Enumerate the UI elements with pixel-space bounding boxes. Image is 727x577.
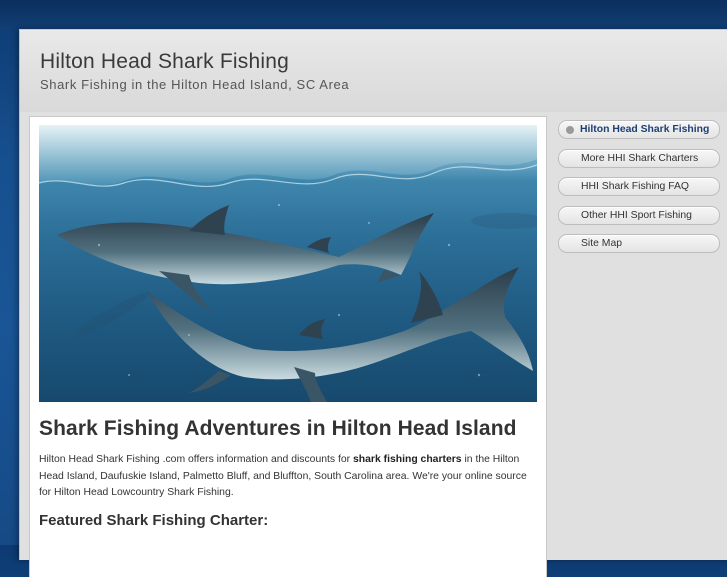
nav-item-other-hhi-sport-fishing[interactable]: Other HHI Sport Fishing [558,205,720,225]
intro-bold-keyword: shark fishing charters [353,454,462,465]
intro-text-start: Hilton Head Shark Fishing .com offers in… [39,454,353,465]
nav-item-label: More HHI Shark Charters [581,152,699,164]
nav-item-label: Hilton Head Shark Fishing [580,124,710,135]
sidebar-nav: Hilton Head Shark Fishing More HHI Shark… [558,120,720,263]
site-title[interactable]: Hilton Head Shark Fishing [40,50,289,74]
nav-item-hilton-head-shark-fishing[interactable]: Hilton Head Shark Fishing [558,120,720,139]
active-bullet-icon [566,126,574,134]
nav-item-more-hhi-shark-charters[interactable]: More HHI Shark Charters [558,148,720,168]
main-content: Shark Fishing Adventures in Hilton Head … [29,116,547,577]
nav-item-label: HHI Shark Fishing FAQ [581,181,689,192]
nav-item-hhi-shark-fishing-faq[interactable]: HHI Shark Fishing FAQ [558,177,720,196]
intro-paragraph: Hilton Head Shark Fishing .com offers in… [39,452,539,502]
featured-charter-heading: Featured Shark Fishing Charter: [39,512,269,529]
site-tagline: Shark Fishing in the Hilton Head Island,… [40,77,350,92]
nav-item-site-map[interactable]: Site Map [558,234,720,253]
page-container: Hilton Head Shark Fishing Shark Fishing … [19,29,727,577]
nav-item-label: Site Map [581,238,623,249]
main-heading: Shark Fishing Adventures in Hilton Head … [39,417,517,440]
site-header: Hilton Head Shark Fishing Shark Fishing … [20,30,727,112]
browser-top-band [0,0,727,30]
hero-shark-image [39,125,537,402]
nav-item-label: Other HHI Sport Fishing [581,209,692,221]
